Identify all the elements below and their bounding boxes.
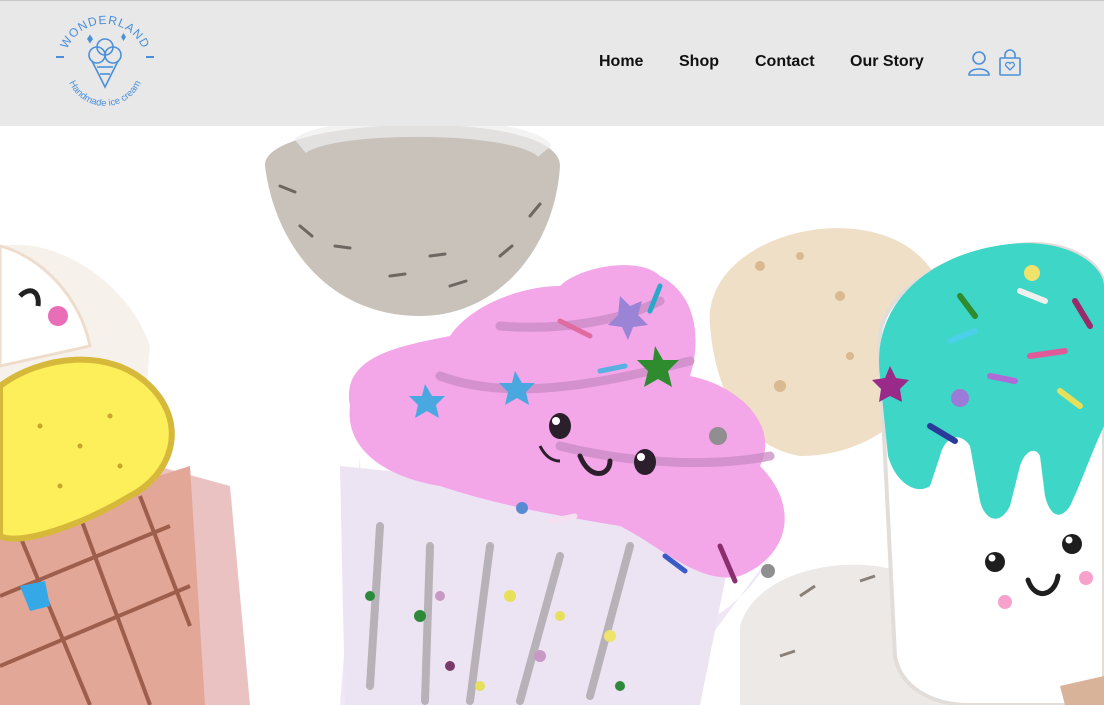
svg-text:WONDERLAND: WONDERLAND (57, 13, 153, 51)
site-header: WONDERLAND Handmade ice cream Home Shop … (0, 0, 1104, 126)
gray-ice-cream-scoop (264, 126, 560, 316)
brand-logo[interactable]: WONDERLAND Handmade ice cream (50, 9, 160, 119)
popsicle (872, 242, 1104, 705)
brand-name: WONDERLAND (57, 13, 152, 51)
user-icon[interactable] (966, 49, 992, 77)
nav-shop[interactable]: Shop (679, 53, 719, 71)
shopping-bag-icon[interactable] (997, 49, 1023, 77)
waffle-cone (0, 244, 250, 705)
ice-cream-cone-icon (87, 32, 126, 89)
brand-tagline: Handmade ice cream (66, 79, 143, 109)
nav-home[interactable]: Home (599, 53, 643, 71)
hero-banner (0, 126, 1104, 705)
ice-cream-illustration (0, 126, 1104, 705)
svg-text:Handmade ice cream: Handmade ice cream (66, 79, 143, 109)
nav-contact[interactable]: Contact (755, 53, 815, 71)
nav-our-story[interactable]: Our Story (850, 53, 924, 71)
